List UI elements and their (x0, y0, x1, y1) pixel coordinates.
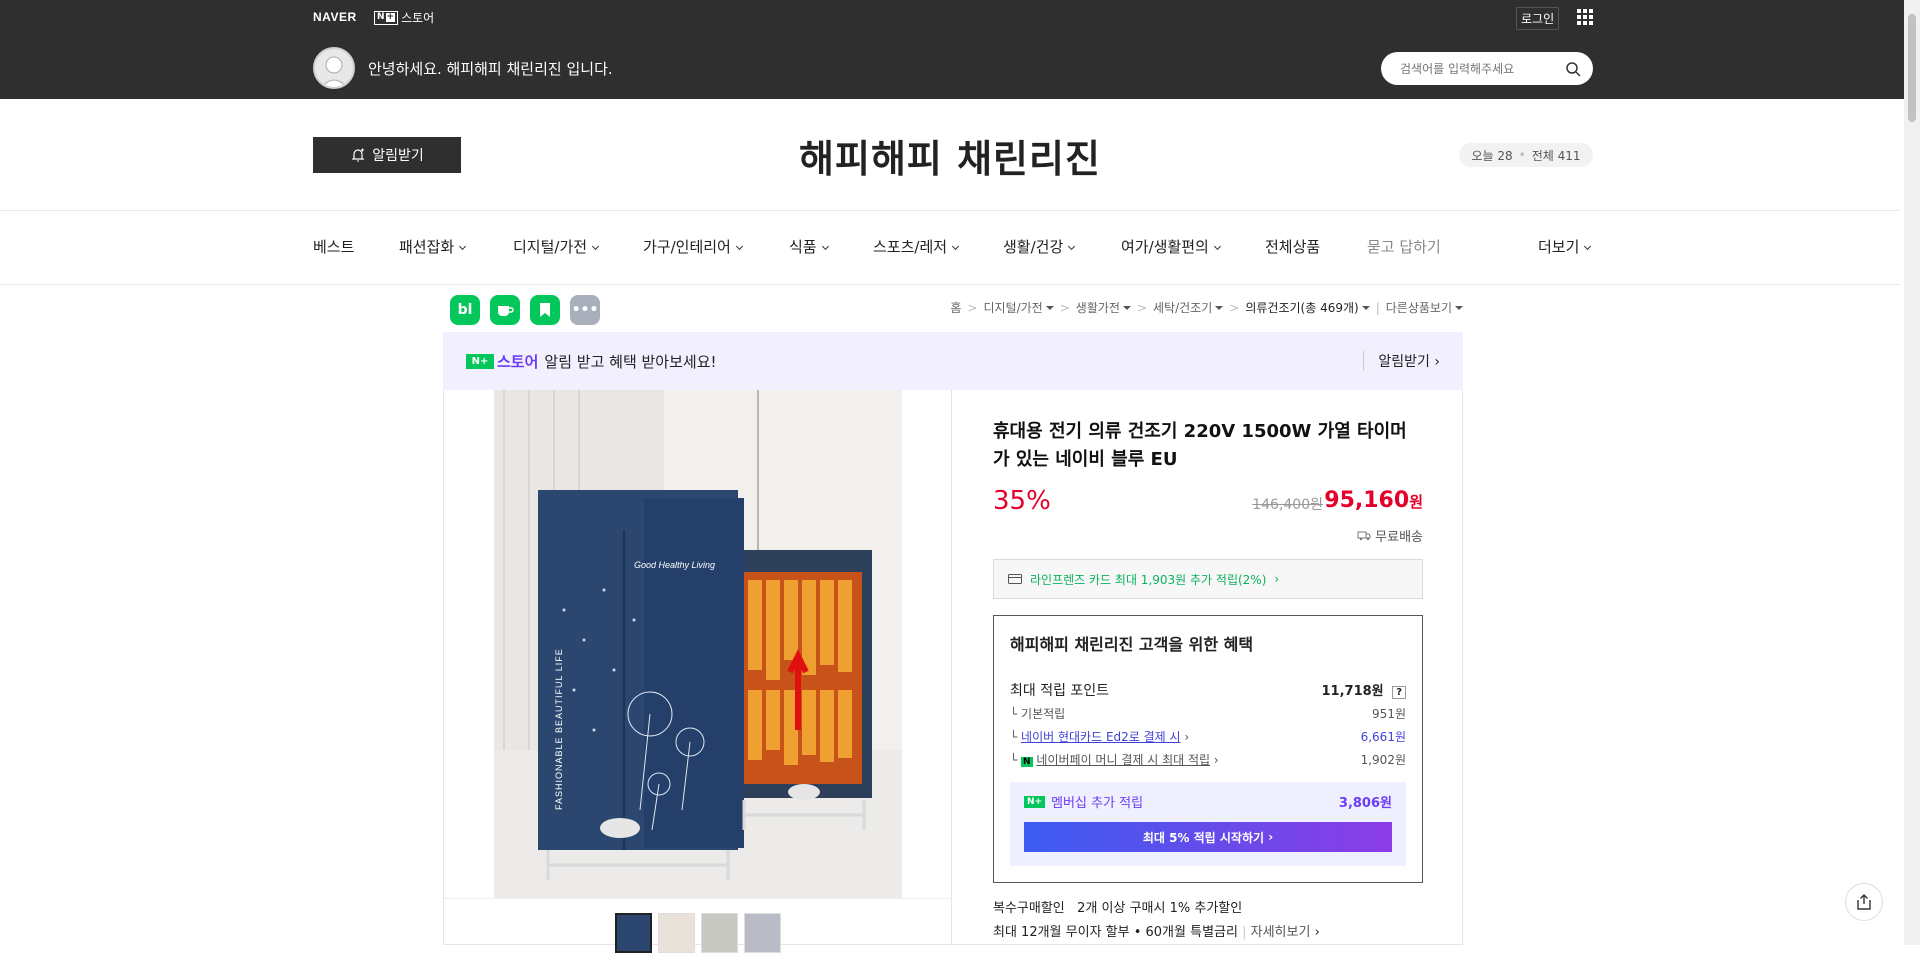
scrollbar[interactable] (1904, 0, 1920, 945)
login-button[interactable]: 로그인 (1516, 7, 1560, 30)
breadcrumb-cat1[interactable]: 디지털/가전 (983, 299, 1054, 316)
product-image-text: Good Healthy Living (634, 560, 715, 570)
pay-points-row: └ N 네이버페이 머니 결제 시 최대 적립 › 1,902원 (1010, 753, 1406, 767)
chevron-down-icon (821, 242, 829, 251)
help-icon[interactable]: ? (1392, 686, 1406, 699)
apps-grid-icon[interactable] (1577, 9, 1593, 25)
product-main-image[interactable]: Good Healthy Living FASHIONABLE BEAUTIFU… (494, 390, 902, 898)
chevron-down-icon (459, 242, 467, 251)
scrollbar-thumb[interactable] (1908, 14, 1916, 122)
membership-value: 3,806원 (1338, 796, 1392, 811)
nav-best[interactable]: 베스트 (313, 236, 354, 257)
product-image-text: FASHIONABLE BEAUTIFUL LIFE (554, 648, 564, 810)
share-buttons: bl ••• (450, 295, 600, 325)
max-points-row: 최대 적립 포인트 11,718원 ? (1010, 680, 1406, 700)
caret-down-icon (1361, 306, 1370, 310)
nav-qna[interactable]: 묻고 답하기 (1367, 236, 1441, 257)
nav-leisure[interactable]: 여가/생활편의 (1121, 236, 1221, 257)
hyundai-card-link[interactable]: 네이버 현대카드 Ed2로 결제 시 (1021, 730, 1181, 744)
share-floating-button[interactable] (1845, 883, 1883, 921)
nav-furniture[interactable]: 가구/인테리어 (643, 236, 743, 257)
other-products-link[interactable]: 다른상품보기 (1386, 299, 1463, 316)
truck-icon (1357, 531, 1371, 541)
nplus-icon: N+ (466, 353, 494, 369)
nplus-store-logo: N+ 스토어 (466, 351, 538, 372)
breadcrumb-home[interactable]: 홈 (950, 299, 961, 316)
extra-benefits: 복수구매할인 2개 이상 구매시 1% 추가할인 최대 12개월 무이자 할부 … (993, 901, 1320, 940)
search-box[interactable] (1381, 52, 1593, 85)
membership-start-button[interactable]: 최대 5% 적립 시작하기 › (1024, 822, 1392, 852)
price-row: 35% 146,400원 95,160원 (993, 486, 1423, 532)
chevron-down-icon (592, 242, 600, 251)
bookmark-share-icon[interactable] (530, 295, 560, 325)
caret-down-icon (1122, 306, 1131, 310)
chevron-down-icon (1584, 242, 1592, 251)
nav-living[interactable]: 생활/건강 (1003, 236, 1076, 257)
chevron-down-icon (735, 242, 743, 251)
thumbnail-3[interactable] (701, 913, 738, 953)
thumbnail-2[interactable] (658, 913, 695, 953)
nav-fashion[interactable]: 패션잡화 (399, 236, 467, 257)
membership-box: N+ 멤버십 추가 적립 3,806원 최대 5% 적립 시작하기 › (1010, 782, 1406, 866)
promo-alarm-link[interactable]: 알림받기 › (1363, 351, 1440, 371)
greeting-text: 안녕하세요. 해피해피 채린리진 입니다. (368, 60, 613, 78)
thumbnail-strip (444, 898, 952, 953)
search-icon[interactable] (1565, 61, 1581, 77)
caret-down-icon (1045, 306, 1054, 310)
product-gallery: Good Healthy Living FASHIONABLE BEAUTIFU… (444, 390, 952, 953)
npay-icon: N (1021, 757, 1033, 767)
caret-down-icon (1455, 306, 1463, 310)
benefit-title: 해피해피 채린리진 고객을 위한 혜택 (1010, 635, 1254, 654)
discount-rate: 35% (993, 486, 1051, 516)
thumbnail-4[interactable] (744, 913, 781, 953)
npay-link[interactable]: 네이버페이 머니 결제 시 최대 적립 (1036, 753, 1210, 767)
nplus-store-logo[interactable]: N + 스토어 (374, 9, 434, 26)
store-name[interactable]: 해피해피 채린리진 (0, 128, 1900, 183)
nav-sports[interactable]: 스포츠/레저 (873, 236, 960, 257)
chevron-down-icon (952, 242, 960, 251)
nav-food[interactable]: 식품 (789, 236, 829, 257)
promo-banner: N+ 스토어 알림 받고 혜택 받아보세요! 알림받기 › (443, 332, 1463, 390)
benefit-box: 해피해피 채린리진 고객을 위한 혜택 최대 적립 포인트 11,718원 ? … (993, 615, 1423, 883)
blog-share-icon[interactable]: bl (450, 295, 480, 325)
product-info: 휴대용 전기 의류 건조기 220V 1500W 가열 타이머가 있는 네이비 … (993, 418, 1423, 945)
breadcrumb-current[interactable]: 의류건조기(총 469개) (1245, 299, 1370, 316)
top-bar: NAVER N + 스토어 로그인 안녕하세요. 해피해피 채린리진 입니다. (0, 0, 1920, 99)
naver-logo[interactable]: NAVER (313, 10, 357, 24)
divider (0, 210, 1900, 211)
sale-price: 95,160원 (1324, 488, 1423, 513)
product-title: 휴대용 전기 의류 건조기 220V 1500W 가열 타이머가 있는 네이비 … (993, 421, 1407, 470)
search-input[interactable] (1400, 61, 1560, 76)
more-share-icon[interactable]: ••• (570, 295, 600, 325)
divider (0, 284, 1900, 285)
chevron-down-icon (1213, 242, 1221, 251)
nav-more[interactable]: 더보기 (1538, 236, 1592, 257)
nav-all-products[interactable]: 전체상품 (1265, 236, 1320, 257)
card-points-row: └ 네이버 현대카드 Ed2로 결제 시 › 6,661원 (1010, 730, 1406, 744)
breadcrumb: 홈 > 디지털/가전 > 생활가전 > 세탁/건조기 > 의류건조기(총 469개) |… (950, 299, 1463, 316)
promo-text: 알림 받고 혜택 받아보세요! (544, 352, 717, 371)
share-icon (1857, 894, 1871, 910)
card-offer[interactable]: 라인프렌즈 카드 최대 1,903원 추가 적립(2%) › (993, 559, 1423, 599)
avatar (313, 47, 355, 89)
breadcrumb-cat2[interactable]: 생활가전 (1076, 299, 1131, 316)
nav-digital[interactable]: 디지털/가전 (513, 236, 600, 257)
basic-points-row: └ 기본적립 951원 (1010, 707, 1406, 721)
cafe-share-icon[interactable] (490, 295, 520, 325)
nplus-icon: N+ (1024, 795, 1046, 808)
visit-counter: 오늘 28 • 전체 411 (1459, 143, 1593, 167)
nplus-icon: N+ (374, 10, 399, 25)
card-icon (1008, 574, 1022, 584)
breadcrumb-cat3[interactable]: 세탁/건조기 (1153, 299, 1224, 316)
product-section: Good Healthy Living FASHIONABLE BEAUTIFU… (443, 390, 1463, 953)
details-link[interactable]: 자세히보기 (1251, 925, 1311, 940)
caret-down-icon (1215, 306, 1224, 310)
chevron-down-icon (1068, 242, 1076, 251)
original-price: 146,400원 (1252, 497, 1323, 513)
thumbnail-1[interactable] (615, 913, 652, 953)
